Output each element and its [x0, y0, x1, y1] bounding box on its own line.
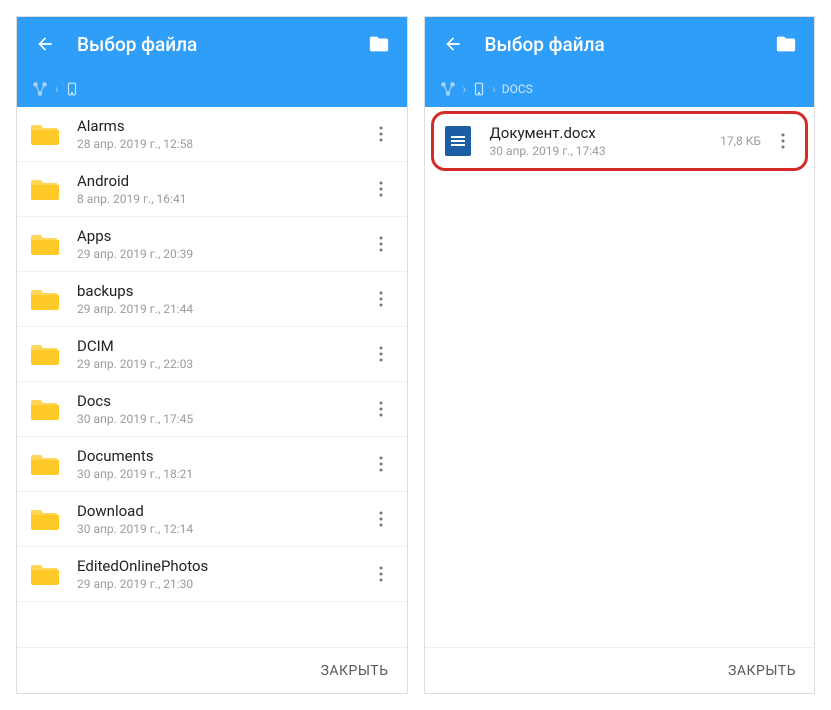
back-button[interactable] [29, 28, 61, 60]
more-button[interactable] [369, 505, 393, 533]
item-body: DCIM 29 апр. 2019 г., 22:03 [77, 337, 369, 371]
footer: ЗАКРЫТЬ [17, 647, 407, 693]
docx-icon [444, 130, 472, 152]
phone-icon [472, 80, 486, 98]
item-body: Download 30 апр. 2019 г., 12:14 [77, 502, 369, 536]
folder-date: 8 апр. 2019 г., 16:41 [77, 192, 369, 206]
header: Выбор файла [425, 17, 815, 71]
more-button[interactable] [369, 120, 393, 148]
chevron-right-icon: › [492, 82, 496, 96]
folder-item[interactable]: backups 29 апр. 2019 г., 21:44 [17, 272, 407, 327]
folder-item[interactable]: DCIM 29 апр. 2019 г., 22:03 [17, 327, 407, 382]
file-size: 17,8 КБ [720, 134, 761, 148]
folder-date: 28 апр. 2019 г., 12:58 [77, 137, 369, 151]
folder-icon [31, 288, 59, 310]
folder-icon [31, 508, 59, 530]
folder-name: backups [77, 282, 369, 300]
item-body: backups 29 апр. 2019 г., 21:44 [77, 282, 369, 316]
more-button[interactable] [369, 450, 393, 478]
breadcrumb[interactable]: › › DOCS [425, 71, 815, 107]
close-button[interactable]: ЗАКРЫТЬ [728, 663, 796, 679]
more-button[interactable] [369, 230, 393, 258]
chevron-right-icon: › [55, 82, 59, 96]
highlighted-file: Документ.docx 30 апр. 2019 г., 17:43 17,… [431, 111, 809, 171]
folder-item[interactable]: EditedOnlinePhotos 29 апр. 2019 г., 21:30 [17, 547, 407, 602]
item-body: Docs 30 апр. 2019 г., 17:45 [77, 392, 369, 426]
folder-icon [31, 398, 59, 420]
folder-name: Download [77, 502, 369, 520]
phone-icon [65, 80, 79, 98]
screen-left: Выбор файла › Alarms 28 апр. 2019 г., 12:… [16, 16, 408, 694]
folder-name: Alarms [77, 117, 369, 135]
folder-date: 29 апр. 2019 г., 21:44 [77, 302, 369, 316]
page-title: Выбор файла [77, 33, 363, 56]
folder-date: 29 апр. 2019 г., 22:03 [77, 357, 369, 371]
breadcrumb[interactable]: › [17, 71, 407, 107]
file-list: Alarms 28 апр. 2019 г., 12:58 Android 8 апр… [17, 107, 407, 647]
file-name: Документ.docx [490, 124, 721, 142]
item-body: Documents 30 апр. 2019 г., 18:21 [77, 447, 369, 481]
back-button[interactable] [437, 28, 469, 60]
folder-item[interactable]: Android 8 апр. 2019 г., 16:41 [17, 162, 407, 217]
folder-icon [31, 178, 59, 200]
new-folder-icon[interactable] [770, 28, 802, 60]
file-list: Документ.docx 30 апр. 2019 г., 17:43 17,… [425, 107, 815, 647]
folder-icon [31, 453, 59, 475]
new-folder-icon[interactable] [363, 28, 395, 60]
folder-icon [31, 123, 59, 145]
folder-date: 30 апр. 2019 г., 12:14 [77, 522, 369, 536]
file-body: Документ.docx 30 апр. 2019 г., 17:43 [490, 124, 721, 158]
folder-item[interactable]: Documents 30 апр. 2019 г., 18:21 [17, 437, 407, 492]
item-body: Alarms 28 апр. 2019 г., 12:58 [77, 117, 369, 151]
screen-right: Выбор файла › › DOCS Документ.docx 30 ап… [424, 16, 816, 694]
folder-date: 29 апр. 2019 г., 21:30 [77, 577, 369, 591]
file-item[interactable]: Документ.docx 30 апр. 2019 г., 17:43 17,… [442, 120, 798, 162]
item-body: EditedOnlinePhotos 29 апр. 2019 г., 21:30 [77, 557, 369, 591]
more-button[interactable] [369, 560, 393, 588]
folder-name: Apps [77, 227, 369, 245]
folder-name: Android [77, 172, 369, 190]
more-button[interactable] [369, 395, 393, 423]
folder-name: EditedOnlinePhotos [77, 557, 369, 575]
folder-icon [31, 563, 59, 585]
more-button[interactable] [369, 285, 393, 313]
folder-item[interactable]: Apps 29 апр. 2019 г., 20:39 [17, 217, 407, 272]
footer: ЗАКРЫТЬ [425, 647, 815, 693]
folder-name: DCIM [77, 337, 369, 355]
network-icon [439, 80, 457, 98]
folder-item[interactable]: Docs 30 апр. 2019 г., 17:45 [17, 382, 407, 437]
chevron-right-icon: › [463, 82, 467, 96]
folder-icon [31, 343, 59, 365]
more-button[interactable] [369, 175, 393, 203]
close-button[interactable]: ЗАКРЫТЬ [321, 663, 389, 679]
folder-name: Docs [77, 392, 369, 410]
folder-icon [31, 233, 59, 255]
more-button[interactable] [771, 127, 795, 155]
folder-item[interactable]: Download 30 апр. 2019 г., 12:14 [17, 492, 407, 547]
item-body: Apps 29 апр. 2019 г., 20:39 [77, 227, 369, 261]
folder-date: 30 апр. 2019 г., 18:21 [77, 467, 369, 481]
folder-date: 30 апр. 2019 г., 17:45 [77, 412, 369, 426]
more-button[interactable] [369, 340, 393, 368]
page-title: Выбор файла [485, 33, 771, 56]
folder-name: Documents [77, 447, 369, 465]
item-body: Android 8 апр. 2019 г., 16:41 [77, 172, 369, 206]
folder-date: 29 апр. 2019 г., 20:39 [77, 247, 369, 261]
header: Выбор файла [17, 17, 407, 71]
breadcrumb-item[interactable]: DOCS [502, 82, 533, 96]
network-icon [31, 80, 49, 98]
file-date: 30 апр. 2019 г., 17:43 [490, 144, 721, 158]
folder-item[interactable]: Alarms 28 апр. 2019 г., 12:58 [17, 107, 407, 162]
